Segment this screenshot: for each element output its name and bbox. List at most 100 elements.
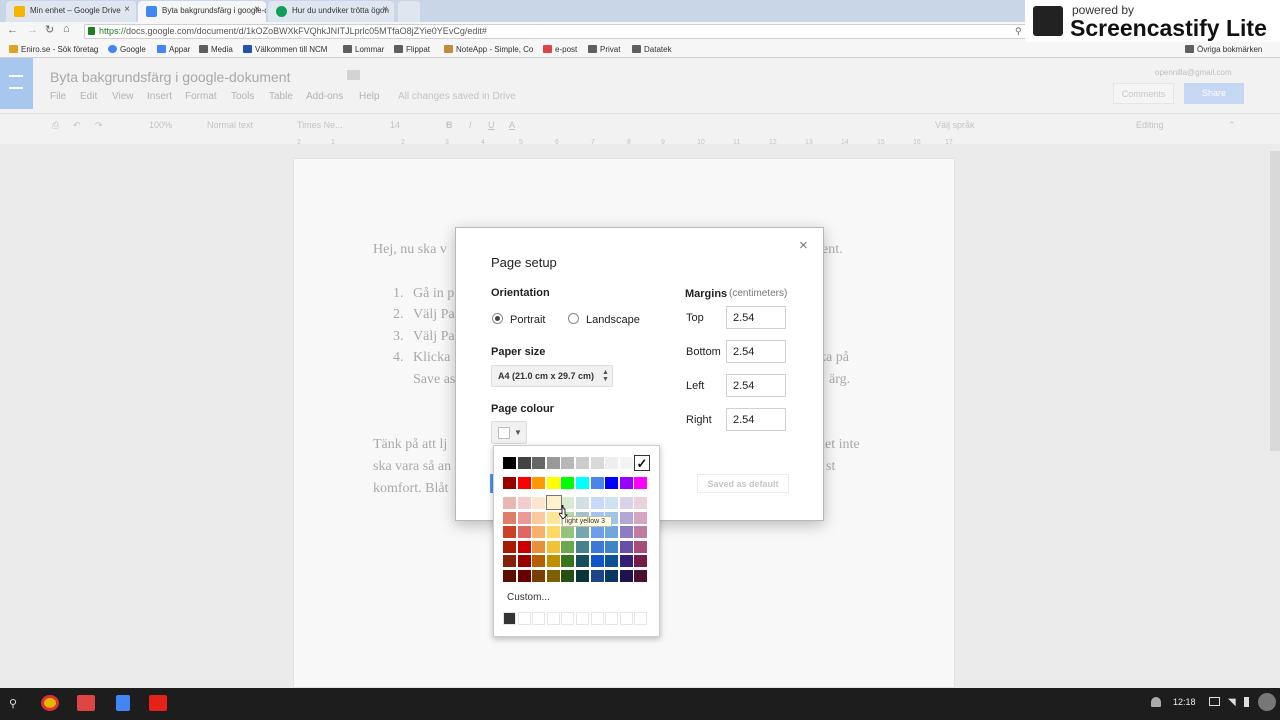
- font-select[interactable]: Times Ne...: [297, 120, 343, 130]
- bookmark-item[interactable]: Appar: [157, 45, 190, 54]
- colour-swatch[interactable]: [576, 457, 589, 469]
- colour-swatch[interactable]: [532, 540, 546, 553]
- colour-swatch[interactable]: [517, 497, 531, 509]
- youtube-icon[interactable]: [149, 695, 167, 711]
- colour-swatch[interactable]: [546, 555, 560, 568]
- tab-article[interactable]: Hur du undviker trötta ögon ×: [268, 1, 394, 22]
- colour-swatch[interactable]: [590, 497, 604, 509]
- colour-swatch[interactable]: [532, 497, 546, 509]
- menu-table[interactable]: Table: [269, 91, 293, 102]
- colour-swatch[interactable]: [619, 477, 633, 489]
- recent-colour-swatch[interactable]: [503, 612, 516, 625]
- colour-swatch[interactable]: [546, 540, 560, 553]
- document-title[interactable]: Byta bakgrundsfärg i google-dokument: [50, 69, 290, 85]
- menu-format[interactable]: Format: [185, 91, 217, 102]
- colour-swatch[interactable]: [517, 555, 531, 568]
- colour-swatch[interactable]: [590, 540, 604, 553]
- colour-swatch[interactable]: [503, 457, 516, 469]
- recent-colour-swatch[interactable]: [532, 612, 546, 625]
- colour-swatch[interactable]: [634, 511, 648, 524]
- colour-swatch[interactable]: [619, 511, 633, 524]
- colour-swatch[interactable]: [561, 457, 575, 469]
- colour-swatch[interactable]: [517, 477, 531, 489]
- custom-colour-link[interactable]: Custom...: [507, 592, 550, 603]
- close-tab-icon[interactable]: ×: [382, 4, 388, 15]
- colour-swatch[interactable]: [561, 555, 575, 568]
- colour-swatch[interactable]: [619, 526, 633, 539]
- bookmark-item[interactable]: e-post: [543, 45, 577, 54]
- search-icon[interactable]: ⚲: [9, 697, 17, 710]
- recent-colour-swatch[interactable]: [634, 612, 648, 625]
- menu-view[interactable]: View: [112, 91, 134, 102]
- colour-swatch[interactable]: [634, 555, 648, 568]
- style-select[interactable]: Normal text: [207, 120, 253, 130]
- colour-swatch[interactable]: [561, 526, 575, 539]
- colour-swatch[interactable]: [576, 526, 589, 539]
- colour-swatch[interactable]: [503, 555, 516, 568]
- tab-docs[interactable]: Byta bakgrundsfärg i google-dokument ×: [138, 1, 266, 22]
- colour-swatch[interactable]: [634, 540, 648, 553]
- colour-swatch[interactable]: [576, 540, 589, 553]
- screen-icon[interactable]: [1209, 697, 1220, 706]
- bookmark-folder[interactable]: Datatek: [632, 45, 672, 54]
- margin-right-input[interactable]: 2.54: [726, 408, 786, 431]
- underline-button[interactable]: U: [488, 120, 495, 130]
- editing-mode-select[interactable]: Editing: [1136, 120, 1164, 130]
- colour-swatch[interactable]: [546, 477, 560, 489]
- ruler[interactable]: 2 1 2 3 4 5 6 7 8 9 10 11 12 13 14 15 16…: [293, 139, 955, 151]
- colour-swatch[interactable]: [546, 570, 560, 582]
- bookmark-folder[interactable]: Flippat: [394, 45, 430, 54]
- colour-swatch[interactable]: [503, 497, 516, 509]
- colour-swatch[interactable]: [634, 497, 648, 509]
- docs-home-icon[interactable]: [0, 58, 33, 109]
- colour-swatch[interactable]: [576, 477, 589, 489]
- bookmark-item[interactable]: Google: [108, 45, 146, 54]
- page-scrollbar[interactable]: [1270, 151, 1280, 451]
- margin-bottom-input[interactable]: 2.54: [726, 340, 786, 363]
- colour-swatch[interactable]: [546, 511, 560, 524]
- back-icon[interactable]: ←: [7, 24, 18, 36]
- colour-swatch[interactable]: [605, 477, 619, 489]
- recent-colour-swatch[interactable]: [590, 612, 604, 625]
- avatar[interactable]: [1258, 693, 1276, 711]
- colour-swatch[interactable]: [532, 555, 546, 568]
- other-bookmarks-folder[interactable]: Övriga bokmärken: [1185, 45, 1262, 54]
- colour-swatch[interactable]: [619, 570, 633, 582]
- colour-swatch[interactable]: [605, 540, 619, 553]
- colour-swatch[interactable]: [503, 511, 516, 524]
- set-as-default-button[interactable]: Saved as default: [697, 474, 789, 493]
- comments-button[interactable]: Comments: [1113, 83, 1174, 104]
- zoom-icon[interactable]: ⚲: [1015, 26, 1022, 37]
- colour-swatch[interactable]: [634, 570, 648, 582]
- colour-swatch[interactable]: [590, 555, 604, 568]
- italic-button[interactable]: I: [469, 120, 472, 130]
- colour-swatch[interactable]: [619, 497, 633, 509]
- menu-addons[interactable]: Add-ons: [306, 91, 343, 102]
- colour-swatch[interactable]: [619, 457, 633, 469]
- docs-app-icon[interactable]: [116, 695, 130, 711]
- colour-swatch[interactable]: [561, 477, 575, 489]
- colour-swatch[interactable]: [532, 511, 546, 524]
- colour-swatch[interactable]: [546, 526, 560, 539]
- recent-colour-swatch[interactable]: [576, 612, 589, 625]
- colour-swatch[interactable]: [517, 526, 531, 539]
- page-colour-button[interactable]: ▼: [491, 421, 527, 444]
- landscape-radio[interactable]: [568, 313, 579, 324]
- recent-colour-swatch[interactable]: [605, 612, 619, 625]
- close-tab-icon[interactable]: ×: [124, 4, 130, 15]
- collapse-icon[interactable]: ⌃: [1228, 120, 1236, 131]
- undo-icon[interactable]: ↶: [73, 120, 81, 131]
- colour-swatch[interactable]: [532, 457, 546, 469]
- language-select[interactable]: Välj språk: [935, 120, 975, 130]
- bookmark-folder[interactable]: Privat: [588, 45, 620, 54]
- colour-swatch[interactable]: [561, 570, 575, 582]
- redo-icon[interactable]: ↷: [95, 120, 103, 131]
- colour-swatch[interactable]: [517, 511, 531, 524]
- menu-edit[interactable]: Edit: [80, 91, 97, 102]
- colour-swatch[interactable]: [532, 477, 546, 489]
- landscape-label[interactable]: Landscape: [586, 314, 640, 326]
- wifi-icon[interactable]: ◥: [1228, 697, 1236, 708]
- colour-swatch[interactable]: [532, 570, 546, 582]
- colour-swatch[interactable]: [605, 555, 619, 568]
- colour-swatch[interactable]: [605, 457, 619, 469]
